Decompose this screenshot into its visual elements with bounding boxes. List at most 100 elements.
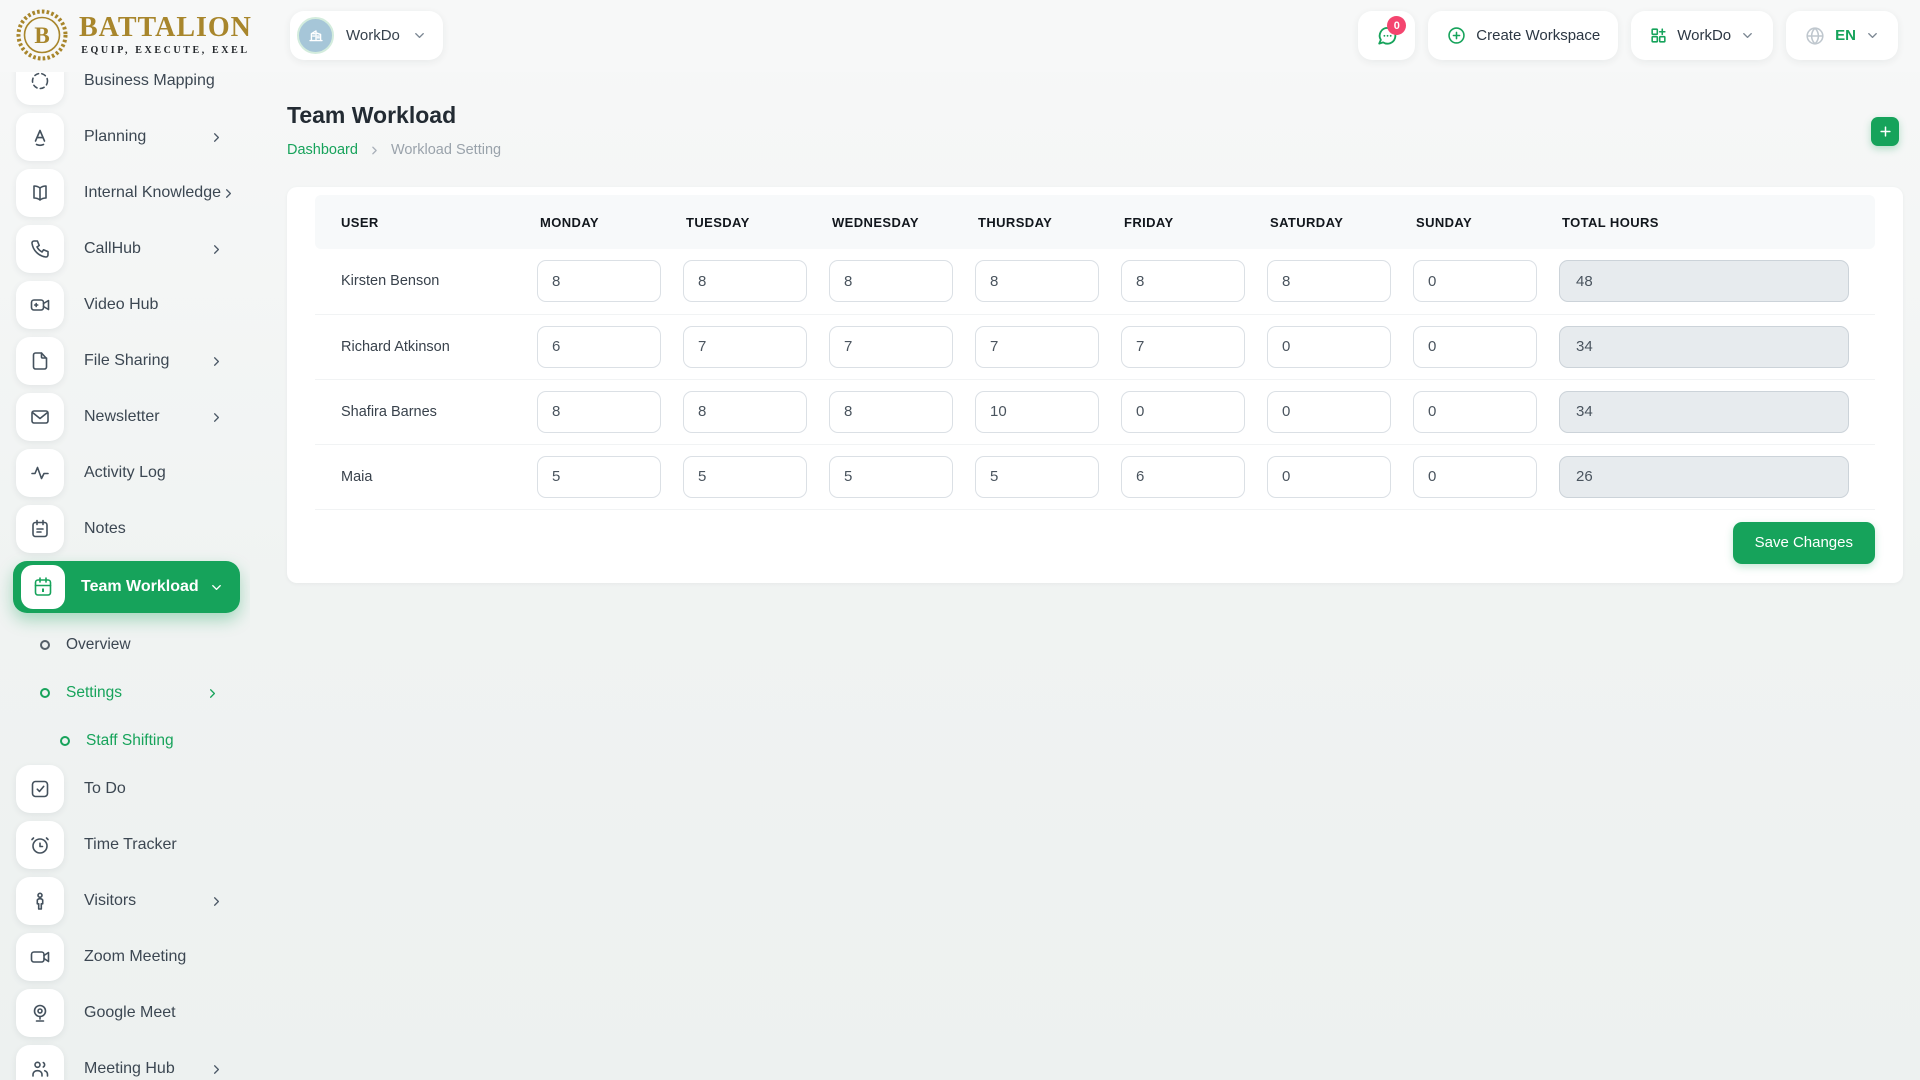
hours-input-sunday[interactable] bbox=[1413, 391, 1537, 433]
sidebar-item-notes[interactable]: Notes bbox=[0, 505, 250, 553]
sidebar-item-label: Meeting Hub bbox=[84, 1060, 175, 1078]
column-header-tuesday: TUESDAY bbox=[683, 195, 829, 249]
chevron-right-icon bbox=[221, 186, 236, 201]
activity-icon bbox=[16, 449, 64, 497]
sidebar-item-label: Time Tracker bbox=[84, 836, 177, 854]
total-hours-input bbox=[1559, 260, 1849, 302]
sidebar-subitem-settings[interactable]: Settings bbox=[0, 669, 250, 717]
sidebar-item-video-hub[interactable]: Video Hub bbox=[0, 281, 250, 329]
hours-input-monday[interactable] bbox=[537, 391, 661, 433]
hours-input-thursday[interactable] bbox=[975, 391, 1099, 433]
sidebar-item-to-do[interactable]: To Do bbox=[0, 765, 250, 813]
messages-button[interactable]: 0 bbox=[1358, 11, 1415, 60]
sidebar-item-zoom-meeting[interactable]: Zoom Meeting bbox=[0, 933, 250, 981]
user-name: Kirsten Benson bbox=[315, 249, 537, 314]
hours-input-saturday[interactable] bbox=[1267, 260, 1391, 302]
hours-input-tuesday[interactable] bbox=[683, 456, 807, 498]
create-workspace-button[interactable]: Create Workspace bbox=[1428, 11, 1618, 60]
circle-bullet-icon bbox=[60, 736, 70, 746]
breadcrumb-current: Workload Setting bbox=[391, 142, 501, 158]
column-header-sunday: SUNDAY bbox=[1413, 195, 1559, 249]
sidebar-item-label: Zoom Meeting bbox=[84, 948, 186, 966]
hours-input-wednesday[interactable] bbox=[829, 391, 953, 433]
chevron-right-icon bbox=[209, 130, 224, 145]
chevron-down-icon bbox=[1740, 28, 1755, 43]
hours-input-saturday[interactable] bbox=[1267, 391, 1391, 433]
sidebar-subitem-staff-shifting[interactable]: Staff Shifting bbox=[0, 717, 250, 765]
total-hours-input bbox=[1559, 391, 1849, 433]
sidebar-item-newsletter[interactable]: Newsletter bbox=[0, 393, 250, 441]
chevron-right-icon bbox=[209, 894, 224, 909]
brand-tagline: EQUIP, EXECUTE, EXEL bbox=[79, 45, 252, 56]
hours-input-friday[interactable] bbox=[1121, 391, 1245, 433]
top-header: B BATTALION EQUIP, EXECUTE, EXEL WorkDo bbox=[0, 0, 1920, 72]
chevron-right-icon bbox=[205, 686, 220, 701]
hours-input-friday[interactable] bbox=[1121, 326, 1245, 368]
users-icon bbox=[16, 1045, 64, 1080]
user-name: Shafira Barnes bbox=[315, 379, 537, 444]
sidebar-item-label: Team Workload bbox=[81, 578, 199, 596]
video-plus-icon bbox=[16, 281, 64, 329]
chevron-down-icon bbox=[1865, 28, 1880, 43]
workspace-switcher[interactable]: WorkDo bbox=[290, 11, 443, 60]
total-hours-input bbox=[1559, 456, 1849, 498]
hours-input-monday[interactable] bbox=[537, 326, 661, 368]
sidebar-item-label: Video Hub bbox=[84, 296, 158, 314]
sidebar-item-business-mapping[interactable]: Business Mapping bbox=[0, 72, 250, 105]
hours-input-wednesday[interactable] bbox=[829, 456, 953, 498]
hours-input-saturday[interactable] bbox=[1267, 326, 1391, 368]
hours-input-wednesday[interactable] bbox=[829, 326, 953, 368]
sidebar-item-label: Overview bbox=[66, 636, 131, 654]
hours-input-monday[interactable] bbox=[537, 456, 661, 498]
add-button[interactable] bbox=[1871, 117, 1899, 146]
hours-input-tuesday[interactable] bbox=[683, 326, 807, 368]
brand-name: BATTALION bbox=[79, 14, 252, 42]
language-selector[interactable]: EN bbox=[1786, 11, 1898, 60]
breadcrumb-dashboard-link[interactable]: Dashboard bbox=[287, 142, 358, 158]
sidebar-subitem-overview[interactable]: Overview bbox=[0, 621, 250, 669]
sidebar-item-planning[interactable]: Planning bbox=[0, 113, 250, 161]
file-icon bbox=[16, 337, 64, 385]
hours-input-sunday[interactable] bbox=[1413, 326, 1537, 368]
sidebar-item-team-workload[interactable]: Team Workload bbox=[13, 561, 240, 613]
sidebar-item-label: File Sharing bbox=[84, 352, 169, 370]
sidebar-item-activity-log[interactable]: Activity Log bbox=[0, 449, 250, 497]
hours-input-thursday[interactable] bbox=[975, 456, 1099, 498]
hours-input-tuesday[interactable] bbox=[683, 260, 807, 302]
save-changes-button[interactable]: Save Changes bbox=[1733, 522, 1875, 564]
globe-icon bbox=[1804, 25, 1826, 47]
sidebar-item-callhub[interactable]: CallHub bbox=[0, 225, 250, 273]
chevron-down-icon bbox=[412, 28, 427, 43]
sidebar-item-label: Notes bbox=[84, 520, 126, 538]
hours-input-thursday[interactable] bbox=[975, 260, 1099, 302]
video-icon bbox=[16, 933, 64, 981]
table-row: Shafira Barnes bbox=[315, 379, 1875, 444]
hours-input-sunday[interactable] bbox=[1413, 456, 1537, 498]
hours-input-sunday[interactable] bbox=[1413, 260, 1537, 302]
create-workspace-label: Create Workspace bbox=[1476, 27, 1600, 44]
chevron-right-icon bbox=[368, 144, 381, 157]
hours-input-monday[interactable] bbox=[537, 260, 661, 302]
sidebar-item-visitors[interactable]: Visitors bbox=[0, 877, 250, 925]
sidebar-item-meeting-hub[interactable]: Meeting Hub bbox=[0, 1045, 250, 1080]
brand-logo[interactable]: B BATTALION EQUIP, EXECUTE, EXEL bbox=[16, 9, 252, 61]
grid-plus-icon bbox=[1649, 26, 1668, 45]
user-name: Richard Atkinson bbox=[315, 314, 537, 379]
hours-input-wednesday[interactable] bbox=[829, 260, 953, 302]
hours-input-friday[interactable] bbox=[1121, 260, 1245, 302]
hours-input-friday[interactable] bbox=[1121, 456, 1245, 498]
hours-input-saturday[interactable] bbox=[1267, 456, 1391, 498]
sidebar-item-google-meet[interactable]: Google Meet bbox=[0, 989, 250, 1037]
hours-input-thursday[interactable] bbox=[975, 326, 1099, 368]
sidebar-item-internal-knowledge[interactable]: Internal Knowledge bbox=[0, 169, 250, 217]
hours-input-tuesday[interactable] bbox=[683, 391, 807, 433]
sidebar-item-label: Google Meet bbox=[84, 1004, 176, 1022]
sidebar-item-file-sharing[interactable]: File Sharing bbox=[0, 337, 250, 385]
sidebar-item-time-tracker[interactable]: Time Tracker bbox=[0, 821, 250, 869]
column-header-monday: MONDAY bbox=[537, 195, 683, 249]
sidebar-item-label: To Do bbox=[84, 780, 126, 798]
sidebar-item-label: Staff Shifting bbox=[86, 732, 174, 750]
webcam-icon bbox=[16, 989, 64, 1037]
workdo-menu-button[interactable]: WorkDo bbox=[1631, 11, 1773, 60]
column-header-total-hours: TOTAL HOURS bbox=[1559, 195, 1875, 249]
